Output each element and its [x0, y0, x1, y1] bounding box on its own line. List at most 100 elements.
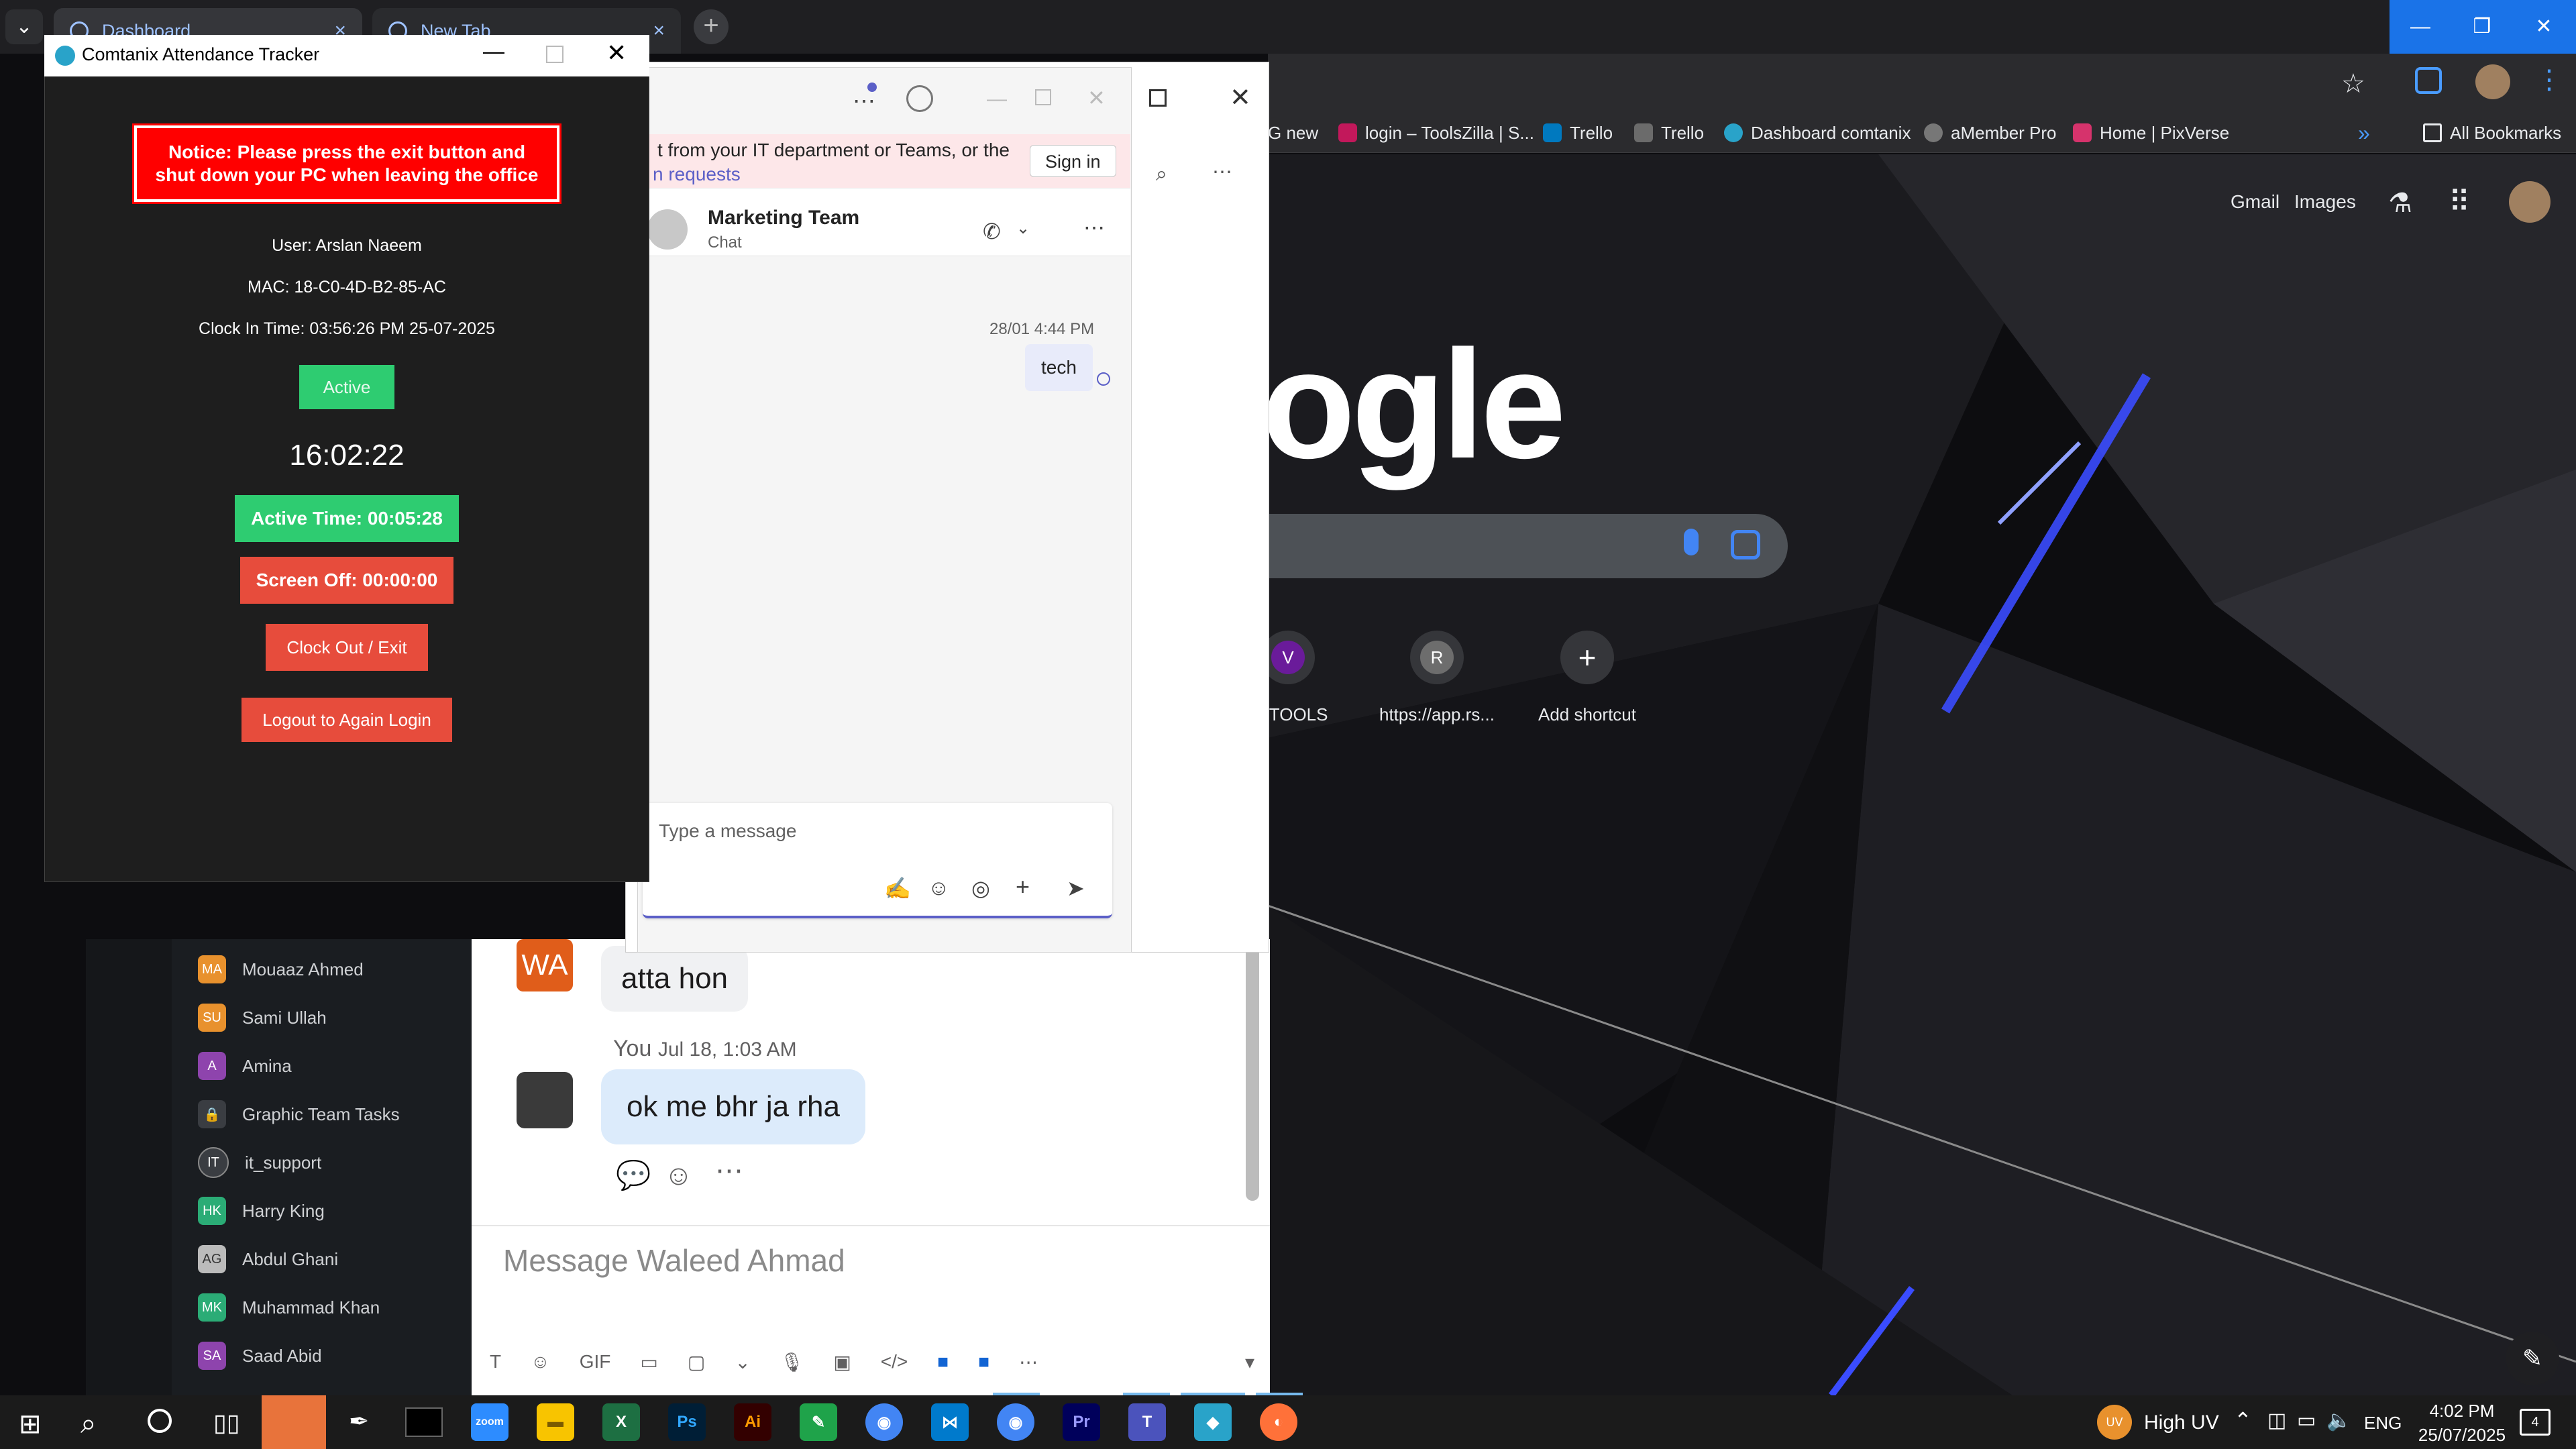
clock-out-button[interactable]: Clock Out / Exit	[266, 624, 428, 671]
chrome-menu-icon[interactable]: ⋮	[2536, 64, 2563, 95]
emoji-icon[interactable]: ☺	[531, 1351, 550, 1373]
network-icon[interactable]: ▭	[2297, 1409, 2316, 1432]
shortcut-tile[interactable]: R https://app.rs...	[1363, 631, 1511, 738]
dm-item[interactable]: AG Abdul Ghani	[198, 1242, 338, 1276]
google-search-box[interactable]	[1261, 514, 1788, 578]
gif-icon[interactable]: GIF	[580, 1351, 611, 1373]
maximize-button[interactable]	[546, 46, 564, 63]
message-input[interactable]: Message Waleed Ahmad	[503, 1242, 845, 1279]
photoshop-icon[interactable]: Ps	[668, 1403, 706, 1441]
bookmark-item[interactable]: Trello	[1543, 113, 1613, 153]
add-icon[interactable]: +	[1016, 873, 1030, 901]
close-button[interactable]: ✕	[2513, 0, 2575, 54]
google-account-avatar[interactable]	[2509, 181, 2551, 223]
bookmarks-overflow-button[interactable]: »	[2358, 113, 2370, 153]
profile-icon[interactable]	[906, 85, 933, 112]
bookmark-item[interactable]: Dashboard comtanix	[1724, 113, 1911, 153]
dm-item[interactable]: MA Mouaaz Ahmed	[198, 953, 364, 986]
vscode-icon[interactable]: ⋈	[931, 1403, 969, 1441]
dm-item[interactable]: SA Saad Abid	[198, 1339, 322, 1373]
sign-in-button[interactable]: Sign in	[1030, 145, 1116, 177]
search-icon[interactable]: ⌕	[1156, 163, 1167, 186]
reply-thread-icon[interactable]: 💬	[616, 1159, 651, 1192]
windows-start-icon[interactable]: ⊞	[19, 1409, 42, 1440]
format-text-icon[interactable]: T	[490, 1351, 501, 1373]
add-shortcut-tile[interactable]: + Add shortcut	[1513, 631, 1661, 738]
chevron-down-icon[interactable]: ⌄	[1016, 219, 1030, 238]
taskbar-app-active[interactable]	[262, 1395, 326, 1449]
dm-item[interactable]: SU Sami Ullah	[198, 1001, 327, 1034]
premiere-icon[interactable]: Pr	[1063, 1403, 1100, 1441]
video-icon[interactable]: ▣	[833, 1351, 851, 1373]
terminal-icon[interactable]	[405, 1407, 443, 1437]
teams-compose-box[interactable]: Type a message ✍ ☺ ◎ + ➤	[643, 803, 1112, 918]
attach-file-icon[interactable]: ▭	[640, 1351, 657, 1373]
bookmark-item[interactable]: G new	[1268, 113, 1318, 153]
chrome-icon[interactable]: ◉	[997, 1403, 1034, 1441]
send-icon[interactable]: ➤	[1067, 875, 1085, 901]
microphone-icon[interactable]: 🎙	[780, 1351, 804, 1373]
comtanix-tracker-icon[interactable]: ◆	[1194, 1403, 1232, 1441]
pen-tool-icon[interactable]: ✒	[349, 1407, 369, 1436]
more-icon[interactable]: ⋯	[853, 88, 875, 115]
app-icon[interactable]: ■	[937, 1351, 949, 1373]
more-actions-icon[interactable]: ⋯	[715, 1154, 743, 1187]
notification-center-icon[interactable]: 4	[2520, 1409, 2551, 1436]
minimize-button[interactable]: —	[987, 88, 1007, 111]
volume-icon[interactable]: 🔈	[2326, 1409, 2351, 1432]
dm-item[interactable]: HK Harry King	[198, 1194, 325, 1228]
more-icon[interactable]: ⋯	[1212, 160, 1232, 184]
tab-search-button[interactable]: ⌄	[5, 9, 43, 44]
add-reaction-icon[interactable]: ☺	[664, 1159, 693, 1191]
send-options-icon[interactable]: ▾	[1245, 1351, 1254, 1373]
excel-icon[interactable]: X	[602, 1403, 640, 1441]
labs-flask-icon[interactable]: ⚗	[2388, 188, 2412, 219]
dm-item[interactable]: IT it_support	[198, 1146, 321, 1179]
app-icon[interactable]: ■	[978, 1351, 989, 1373]
bookmark-item[interactable]: aMember Pro	[1924, 113, 2057, 153]
sticker-icon[interactable]: ◎	[971, 875, 990, 901]
chevron-down-icon[interactable]: ⌄	[735, 1351, 750, 1373]
minimize-button[interactable]: —	[483, 39, 504, 64]
close-button[interactable]: ✕	[1230, 83, 1251, 113]
firefox-icon[interactable]: ◐	[1260, 1403, 1297, 1441]
banner-link[interactable]: n requests	[653, 164, 741, 185]
code-icon[interactable]: </>	[881, 1351, 908, 1373]
message-input[interactable]: Type a message	[659, 820, 796, 842]
more-icon[interactable]: ⋯	[1019, 1351, 1038, 1373]
gmail-link[interactable]: Gmail	[2231, 191, 2279, 213]
maximize-button[interactable]	[1035, 89, 1051, 105]
format-icon[interactable]: ✍	[884, 875, 911, 901]
illustrator-icon[interactable]: Ai	[734, 1403, 771, 1441]
bookmark-item[interactable]: login – ToolsZilla | S...	[1338, 113, 1534, 153]
meet-now-icon[interactable]: ◫	[2267, 1409, 2286, 1432]
channel-item[interactable]: 🔒 Graphic Team Tasks	[198, 1097, 400, 1131]
task-view-icon[interactable]: ▯▯	[213, 1409, 240, 1437]
close-button[interactable]: ✕	[1087, 85, 1106, 111]
maximize-button[interactable]	[1149, 89, 1167, 107]
clock-time[interactable]: 4:02 PM	[2422, 1401, 2502, 1421]
language-indicator[interactable]: ENG	[2364, 1413, 2402, 1434]
bookmark-item[interactable]: Trello	[1634, 113, 1704, 153]
clock-date[interactable]: 25/07/2025	[2418, 1425, 2506, 1446]
edit-icon[interactable]: ✎	[2506, 1332, 2559, 1385]
zoom-icon[interactable]: zoom	[471, 1403, 508, 1441]
teams-icon[interactable]: T	[1128, 1403, 1166, 1441]
close-button[interactable]: ✕	[606, 39, 627, 67]
app-green-icon[interactable]: ✎	[800, 1403, 837, 1441]
voice-search-icon[interactable]	[1684, 529, 1699, 555]
extensions-icon[interactable]	[2415, 67, 2442, 94]
weather-badge[interactable]: UV	[2097, 1405, 2132, 1440]
profile-avatar[interactable]	[2475, 64, 2510, 99]
bookmark-star-icon[interactable]: ☆	[2341, 68, 2365, 99]
screenshot-icon[interactable]: ▢	[688, 1351, 705, 1373]
minimize-button[interactable]: —	[2390, 0, 2451, 54]
logout-button[interactable]: Logout to Again Login	[241, 698, 452, 742]
emoji-icon[interactable]: ☺	[928, 875, 950, 900]
restore-button[interactable]: ❐	[2451, 0, 2513, 54]
apps-grid-icon[interactable]: ⠿	[2449, 185, 2470, 219]
cortana-icon[interactable]	[148, 1409, 172, 1433]
chevron-up-icon[interactable]: ⌃	[2234, 1407, 2252, 1433]
more-icon[interactable]: ⋯	[1083, 215, 1105, 240]
file-explorer-icon[interactable]: ▬	[537, 1403, 574, 1441]
